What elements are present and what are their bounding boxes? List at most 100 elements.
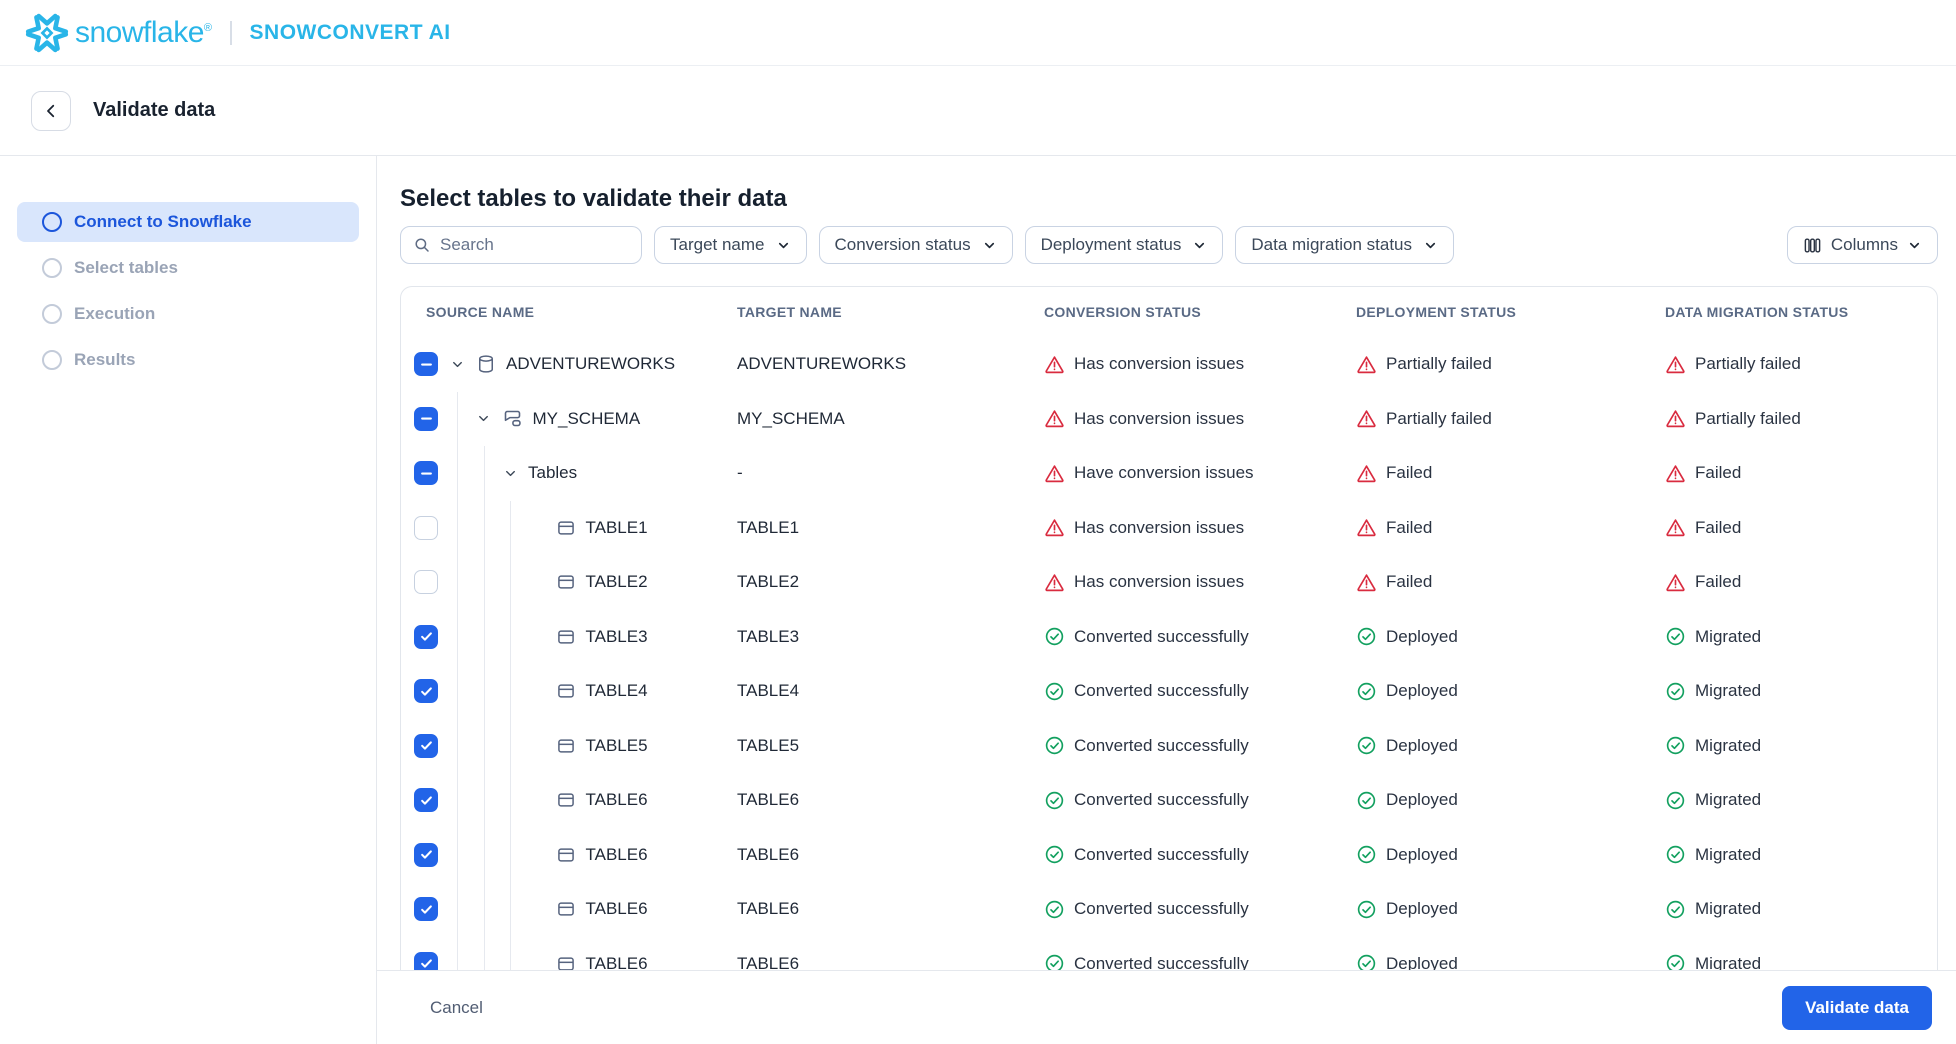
status-text: Deployed [1386,844,1458,864]
check-icon [420,687,432,696]
filter-dropdown-target-name[interactable]: Target name [654,226,807,264]
brand-wordmark: snowflake® [75,15,212,49]
row-checkbox[interactable] [414,679,438,704]
conversion-status-cell: Has conversion issues [1044,572,1356,593]
success-icon [1665,790,1686,811]
table-row: TABLE5 TABLE5 Converted successfully Dep… [401,718,1937,773]
cancel-button[interactable]: Cancel [430,998,483,1018]
conversion-status-cell: Converted successfully [1044,844,1356,865]
sidebar-step-execution[interactable]: Execution [17,294,359,334]
tree-guide-line [457,391,458,446]
status-text: Failed [1695,572,1742,592]
success-icon [1044,735,1065,756]
sidebar-step-results[interactable]: Results [17,340,359,380]
search-box[interactable] [400,226,642,264]
row-checkbox[interactable] [414,461,438,486]
deployment-status-cell: Partially failed [1356,408,1665,429]
source-name-cell: TABLE6 [401,827,737,882]
filter-bar: Target name Conversion status Deployment… [400,226,1938,264]
data-migration-status-cell: Migrated [1665,790,1937,811]
row-checkbox[interactable] [414,842,438,867]
warning-icon [1356,572,1377,593]
row-checkbox[interactable] [414,624,438,649]
warning-icon [1044,463,1065,484]
tables-grid: SOURCE NAME TARGET NAME CONVERSION STATUS D… [400,286,1938,991]
sidebar-step-select-tables[interactable]: Select tables [17,248,359,288]
row-checkbox[interactable] [414,733,438,758]
status-text: Partially failed [1386,354,1492,374]
success-icon [1356,899,1377,920]
conversion-status-cell: Converted successfully [1044,790,1356,811]
filter-dropdown-deployment-status[interactable]: Deployment status [1024,226,1224,264]
warning-icon [1044,408,1065,429]
warning-icon [1665,517,1686,538]
validate-data-button[interactable]: Validate data [1782,985,1932,1030]
chevron-down-icon [778,242,788,248]
tree-guide-line [510,500,511,555]
title-bar: Validate data [0,66,1956,156]
source-name-label: TABLE6 [585,790,648,810]
target-name-cell: ADVENTUREWORKS [737,354,907,374]
status-text: Deployed [1386,735,1458,755]
column-header-target-name: TARGET NAME [737,304,842,320]
row-checkbox[interactable] [414,897,438,922]
filter-dropdown-conversion-status[interactable]: Conversion status [818,226,1013,264]
warning-icon [1665,354,1686,375]
search-input[interactable] [440,235,629,255]
source-name-cell: TABLE6 [401,773,737,828]
source-name-label: TABLE6 [585,844,648,864]
data-migration-status-cell: Migrated [1665,844,1937,865]
row-checkbox[interactable] [414,570,438,595]
columns-button-label: Columns [1830,235,1898,254]
filter-label: Data migration status [1251,235,1413,254]
status-text: Deployed [1386,626,1458,646]
row-checkbox[interactable] [414,406,438,431]
filter-dropdown-data-migration-status[interactable]: Data migration status [1235,226,1455,264]
tree-guide-line [457,718,458,773]
chevron-left-icon [47,104,55,117]
chevron-down-icon [984,242,994,248]
target-name-cell: TABLE4 [737,681,800,701]
main-panel: Select tables to validate their data Tar… [377,156,1956,1044]
chevron-down-icon [505,470,515,476]
sidebar-step-connect-to-snowflake[interactable]: Connect to Snowflake [17,202,359,242]
tree-guide-line [483,555,485,610]
step-label: Execution [74,304,156,323]
conversion-status-cell: Converted successfully [1044,681,1356,702]
conversion-status-cell: Has conversion issues [1044,408,1356,429]
page-body: Connect to Snowflake Select tables Execu… [0,156,1956,1044]
success-icon [1665,844,1686,865]
tree-guide-line [483,664,485,719]
source-name-label: TABLE6 [585,899,648,919]
deployment-status-cell: Deployed [1356,681,1665,702]
status-text: Migrated [1695,899,1762,919]
status-text: Migrated [1695,735,1762,755]
column-header-conversion-status: CONVERSION STATUS [1044,304,1202,320]
status-text: Migrated [1695,626,1762,646]
row-checkbox[interactable] [414,515,438,540]
conversion-status-cell: Converted successfully [1044,626,1356,647]
status-text: Converted successfully [1074,899,1249,919]
status-text: Has conversion issues [1074,517,1245,537]
columns-button[interactable]: Columns [1786,226,1938,264]
source-name-label: TABLE3 [585,626,648,646]
check-icon [420,905,432,914]
table-icon [555,680,577,702]
tree-guide-line [510,882,511,937]
back-button[interactable] [31,90,71,131]
tree-guide-line [510,773,511,828]
data-migration-status-cell: Failed [1665,463,1937,484]
row-checkbox[interactable] [414,352,438,377]
tree-guide-line [483,718,485,773]
success-icon [1665,681,1686,702]
target-name-cell: TABLE1 [737,517,800,537]
row-checkbox[interactable] [414,788,438,813]
page-title: Validate data [93,99,216,121]
data-migration-status-cell: Failed [1665,572,1937,593]
target-name-cell: TABLE5 [737,735,800,755]
target-name-cell: TABLE2 [737,572,800,592]
tree-guide-line [483,773,485,828]
